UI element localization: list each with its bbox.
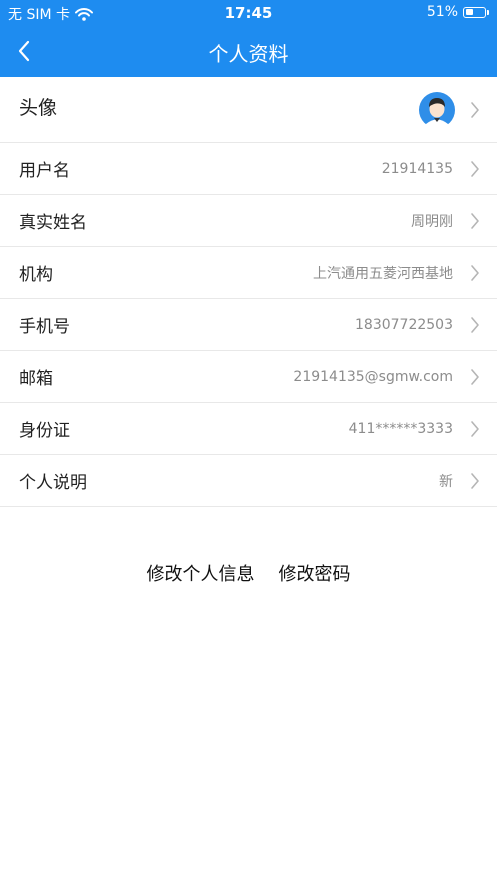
chevron-right-icon: [471, 472, 479, 489]
row-label: 个人说明: [19, 473, 87, 493]
avatar: [419, 92, 455, 128]
chevron-right-icon: [471, 316, 479, 333]
battery-percent: 51%: [426, 4, 458, 20]
avatar-row[interactable]: 头像: [0, 77, 497, 143]
action-bar: 修改个人信息 修改密码: [0, 560, 497, 586]
battery-indicator: 51%: [427, 4, 489, 20]
row-label: 身份证: [19, 421, 70, 441]
page-title: 个人资料: [208, 42, 289, 66]
row-value: 18307722503: [355, 316, 453, 333]
avatar-label: 头像: [19, 97, 58, 119]
nav-bar: 个人资料: [0, 26, 497, 77]
row-label: 用户名: [19, 161, 70, 181]
profile-list: 头像 用户名 21914135 真实姓名 周明刚 机构 上汽通用五菱河西基地 手…: [0, 77, 497, 507]
bio-row[interactable]: 个人说明 新: [0, 455, 497, 507]
status-bar: 无 SIM 卡 17:45 51%: [0, 0, 497, 26]
real-name-row[interactable]: 真实姓名 周明刚: [0, 195, 497, 247]
username-row[interactable]: 用户名 21914135: [0, 143, 497, 195]
email-row[interactable]: 邮箱 21914135@sgmw.com: [0, 351, 497, 403]
battery-cap: [487, 9, 489, 15]
row-value: 新: [439, 473, 453, 490]
row-value: 411******3333: [348, 420, 453, 437]
battery-icon: [463, 6, 486, 18]
row-value: 21914135: [381, 160, 453, 177]
chevron-right-icon: [471, 101, 479, 118]
organization-row[interactable]: 机构 上汽通用五菱河西基地: [0, 247, 497, 299]
chevron-right-icon: [471, 368, 479, 385]
row-value: 21914135@sgmw.com: [293, 368, 453, 385]
chevron-right-icon: [471, 212, 479, 229]
row-label: 真实姓名: [19, 213, 87, 233]
row-value: 上汽通用五菱河西基地: [313, 265, 453, 282]
chevron-right-icon: [471, 264, 479, 281]
status-time: 17:45: [224, 4, 273, 22]
row-label: 手机号: [19, 317, 70, 337]
row-label: 邮箱: [19, 369, 53, 389]
phone-row[interactable]: 手机号 18307722503: [0, 299, 497, 351]
id-card-row[interactable]: 身份证 411******3333: [0, 403, 497, 455]
row-label: 机构: [19, 265, 53, 285]
change-password-button[interactable]: 修改密码: [279, 560, 351, 586]
row-value: 周明刚: [411, 213, 453, 230]
chevron-right-icon: [471, 160, 479, 177]
chevron-right-icon: [471, 420, 479, 437]
battery-fill: [465, 9, 474, 15]
edit-profile-button[interactable]: 修改个人信息: [147, 560, 255, 586]
app-header: 无 SIM 卡 17:45 51% 个人资料: [0, 0, 497, 77]
